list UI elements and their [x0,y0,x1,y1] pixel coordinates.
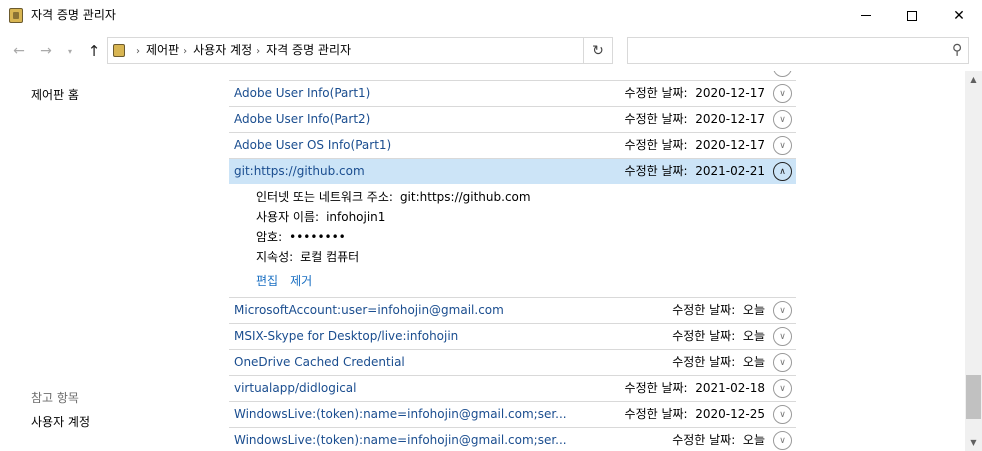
refresh-icon: ↻ [592,42,604,59]
expand-chevron-icon[interactable]: ∨ [773,136,792,155]
modified-date: 수정한 날짜: 오늘 [672,303,765,317]
triangle-up-icon: ▲ [970,75,977,84]
list-item[interactable]: MicrosoftAccount:user=infohojin@gmail.co… [229,297,796,323]
credential-name: Adobe User Info(Part2) [234,112,371,126]
breadcrumb: › 제어판 › 사용자 계정 › 자격 증명 관리자 [132,43,351,59]
expand-chevron-icon[interactable]: ∨ [773,301,792,320]
credential-name: OneDrive Cached Credential [234,355,405,369]
credential-name: Adobe User Info(Part1) [234,86,371,100]
breadcrumb-separator-icon[interactable]: › [136,46,140,57]
left-pane: 제어판 홈 참고 항목 사용자 계정 [0,71,215,451]
list-item-selected[interactable]: git:https://github.com 수정한 날짜: 2021-02-2… [229,158,796,184]
list-item[interactable]: Adobe User Info(Part2) 수정한 날짜: 2020-12-1… [229,106,796,132]
vertical-scrollbar[interactable]: ▲ ▼ [965,71,982,451]
expand-chevron-icon[interactable]: ∨ [773,327,792,346]
control-panel-home-link[interactable]: 제어판 홈 [31,88,79,103]
expand-chevron-icon[interactable]: ∨ [773,84,792,103]
recent-locations-button[interactable]: ▾ [61,42,79,60]
credential-name: MicrosoftAccount:user=infohojin@gmail.co… [234,303,504,317]
edit-link[interactable]: 편집 [256,274,278,288]
minimize-button[interactable] [843,0,889,31]
modified-date: 수정한 날짜: 오늘 [672,355,765,369]
modified-date: 수정한 날짜: 2020-12-17 [624,138,765,152]
list-item[interactable]: WindowsLive:(token):name=infohojin@gmail… [229,427,796,451]
search-input[interactable]: ⚲ [627,37,969,64]
credential-name: virtualapp/didlogical [234,381,357,395]
user-accounts-link[interactable]: 사용자 계정 [31,415,90,430]
arrow-up-icon: ↑ [87,42,101,60]
expand-chevron-icon[interactable]: ∨ [773,405,792,424]
arrow-right-icon: → [40,43,52,59]
close-button[interactable]: ✕ [936,0,982,31]
modified-date: 수정한 날짜: 2021-02-18 [624,381,765,395]
detail-address: 인터넷 또는 네트워크 주소: git:https://github.com [256,190,531,204]
breadcrumb-credential-manager[interactable]: 자격 증명 관리자 [266,43,351,57]
credential-name: Adobe User OS Info(Part1) [234,138,392,152]
credential-manager-icon [9,8,23,23]
detail-password: 암호: •••••••• [256,230,346,244]
expand-chevron-icon[interactable]: ∨ [773,353,792,372]
close-icon: ✕ [953,7,965,24]
address-row: ← → ▾ ↑ ›제어판›사용자 계정›자격 증명 관리자 ∨ ↻ ⚲ [0,31,982,71]
chevron-down-icon: ▾ [67,46,72,56]
modified-date: 수정한 날짜: 2020-12-25 [624,407,765,421]
list-item[interactable]: MSIX-Skype for Desktop/live:infohojin 수정… [229,323,796,349]
forward-button[interactable]: → [37,42,55,60]
breadcrumb-separator-icon[interactable]: › [256,46,260,57]
scroll-up-button[interactable]: ▲ [965,71,982,88]
triangle-down-icon: ▼ [970,438,977,447]
chevron-down-icon[interactable]: ∨ [773,71,792,77]
control-panel-icon [113,44,125,57]
modified-date: 수정한 날짜: 2020-12-17 [624,112,765,126]
credential-details: 인터넷 또는 네트워크 주소: git:https://github.com 사용… [229,184,796,297]
list-item[interactable]: WindowsLive:(token):name=infohojin@gmail… [229,401,796,427]
detail-username: 사용자 이름: infohojin1 [256,210,386,224]
breadcrumb-user-accounts[interactable]: 사용자 계정 [193,43,252,57]
arrow-left-icon: ← [13,43,25,59]
refresh-button[interactable]: ↻ [583,37,613,64]
modified-date: 수정한 날짜: 오늘 [672,329,765,343]
list-item[interactable]: Adobe User OS Info(Part1) 수정한 날짜: 2020-1… [229,132,796,158]
credential-name: WindowsLive:(token):name=infohojin@gmail… [234,433,567,447]
collapse-chevron-icon[interactable]: ∧ [773,162,792,181]
search-icon[interactable]: ⚲ [952,42,962,58]
remove-link[interactable]: 제거 [290,274,312,288]
scroll-down-button[interactable]: ▼ [965,434,982,451]
title-bar: 자격 증명 관리자 ✕ [0,0,982,31]
minimize-icon [861,15,871,16]
expand-chevron-icon[interactable]: ∨ [773,379,792,398]
maximize-icon [907,10,917,21]
modified-date: 수정한 날짜: 오늘 [672,433,765,447]
credential-name: WindowsLive:(token):name=infohojin@gmail… [234,407,567,421]
address-bar[interactable]: ›제어판›사용자 계정›자격 증명 관리자 ∨ [107,37,612,64]
detail-actions: 편집 제거 [256,274,324,289]
credential-name: git:https://github.com [234,164,365,178]
back-button[interactable]: ← [10,42,28,60]
modified-date: 수정한 날짜: 2020-12-17 [624,86,765,100]
list-item[interactable]: OneDrive Cached Credential 수정한 날짜: 오늘 ∨ [229,349,796,375]
window-title: 자격 증명 관리자 [31,8,116,22]
see-also-heading: 참고 항목 [31,391,79,405]
credential-name: MSIX-Skype for Desktop/live:infohojin [234,329,459,343]
expand-chevron-icon[interactable]: ∨ [773,110,792,129]
scrollbar-thumb[interactable] [966,375,981,419]
modified-date: 수정한 날짜: 2021-02-21 [624,164,765,178]
breadcrumb-control-panel[interactable]: 제어판 [146,43,179,57]
list-item[interactable]: Adobe User Info(Part1) 수정한 날짜: 2020-12-1… [229,80,796,106]
detail-persistence: 지속성: 로컬 컴퓨터 [256,250,360,264]
breadcrumb-separator-icon[interactable]: › [183,46,187,57]
list-item[interactable]: virtualapp/didlogical 수정한 날짜: 2021-02-18… [229,375,796,401]
up-button[interactable]: ↑ [85,42,103,60]
credential-list: ∨ Adobe User Info(Part1) 수정한 날짜: 2020-12… [229,71,796,451]
expand-chevron-icon[interactable]: ∨ [773,431,792,450]
maximize-button[interactable] [889,0,935,31]
